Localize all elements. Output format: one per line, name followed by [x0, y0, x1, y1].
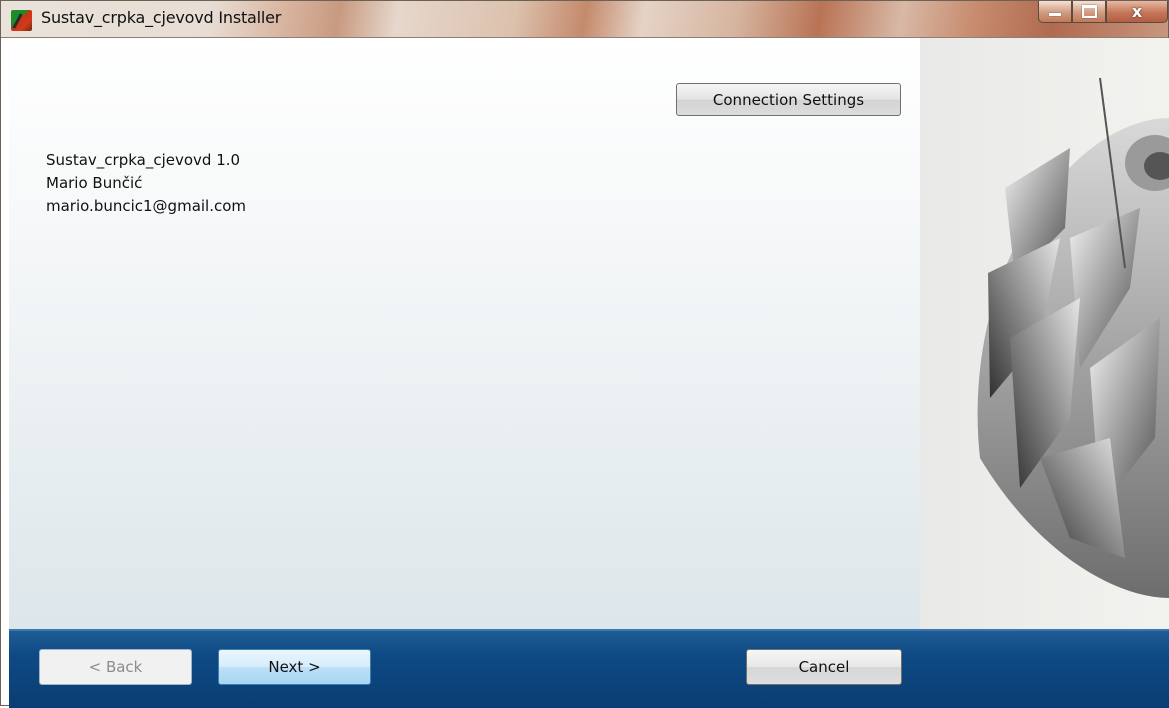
product-name: Sustav_crpka_cjevovd 1.0 — [46, 151, 241, 169]
author-name: Mario Bunčić — [46, 174, 143, 192]
footer-bar: < Back Next > Cancel — [9, 629, 1169, 708]
main-content: Connection Settings Sustav_crpka_cjevovd… — [9, 38, 920, 629]
product-info: Sustav_crpka_cjevovd 1.0 Mario Bunčić ma… — [46, 149, 246, 218]
app-icon — [11, 10, 32, 31]
maximize-icon — [1081, 5, 1097, 18]
back-button[interactable]: < Back — [39, 649, 192, 685]
title-bar[interactable]: Sustav_crpka_cjevovd Installer x — [1, 1, 1168, 38]
minimize-button[interactable] — [1038, 1, 1072, 23]
window-controls: x — [1038, 1, 1168, 23]
next-button[interactable]: Next > — [218, 649, 371, 685]
author-email: mario.buncic1@gmail.com — [46, 197, 247, 215]
installer-window: Sustav_crpka_cjevovd Installer x Connect… — [0, 0, 1169, 708]
impeller-illustration — [977, 77, 1169, 598]
close-icon: x — [1131, 2, 1143, 21]
window-title: Sustav_crpka_cjevovd Installer — [41, 8, 282, 27]
close-button[interactable]: x — [1106, 1, 1168, 23]
minimize-icon — [1049, 13, 1061, 16]
impeller-image — [920, 38, 1169, 629]
cancel-button[interactable]: Cancel — [746, 649, 902, 685]
connection-settings-button[interactable]: Connection Settings — [676, 83, 901, 116]
maximize-button[interactable] — [1072, 1, 1106, 23]
